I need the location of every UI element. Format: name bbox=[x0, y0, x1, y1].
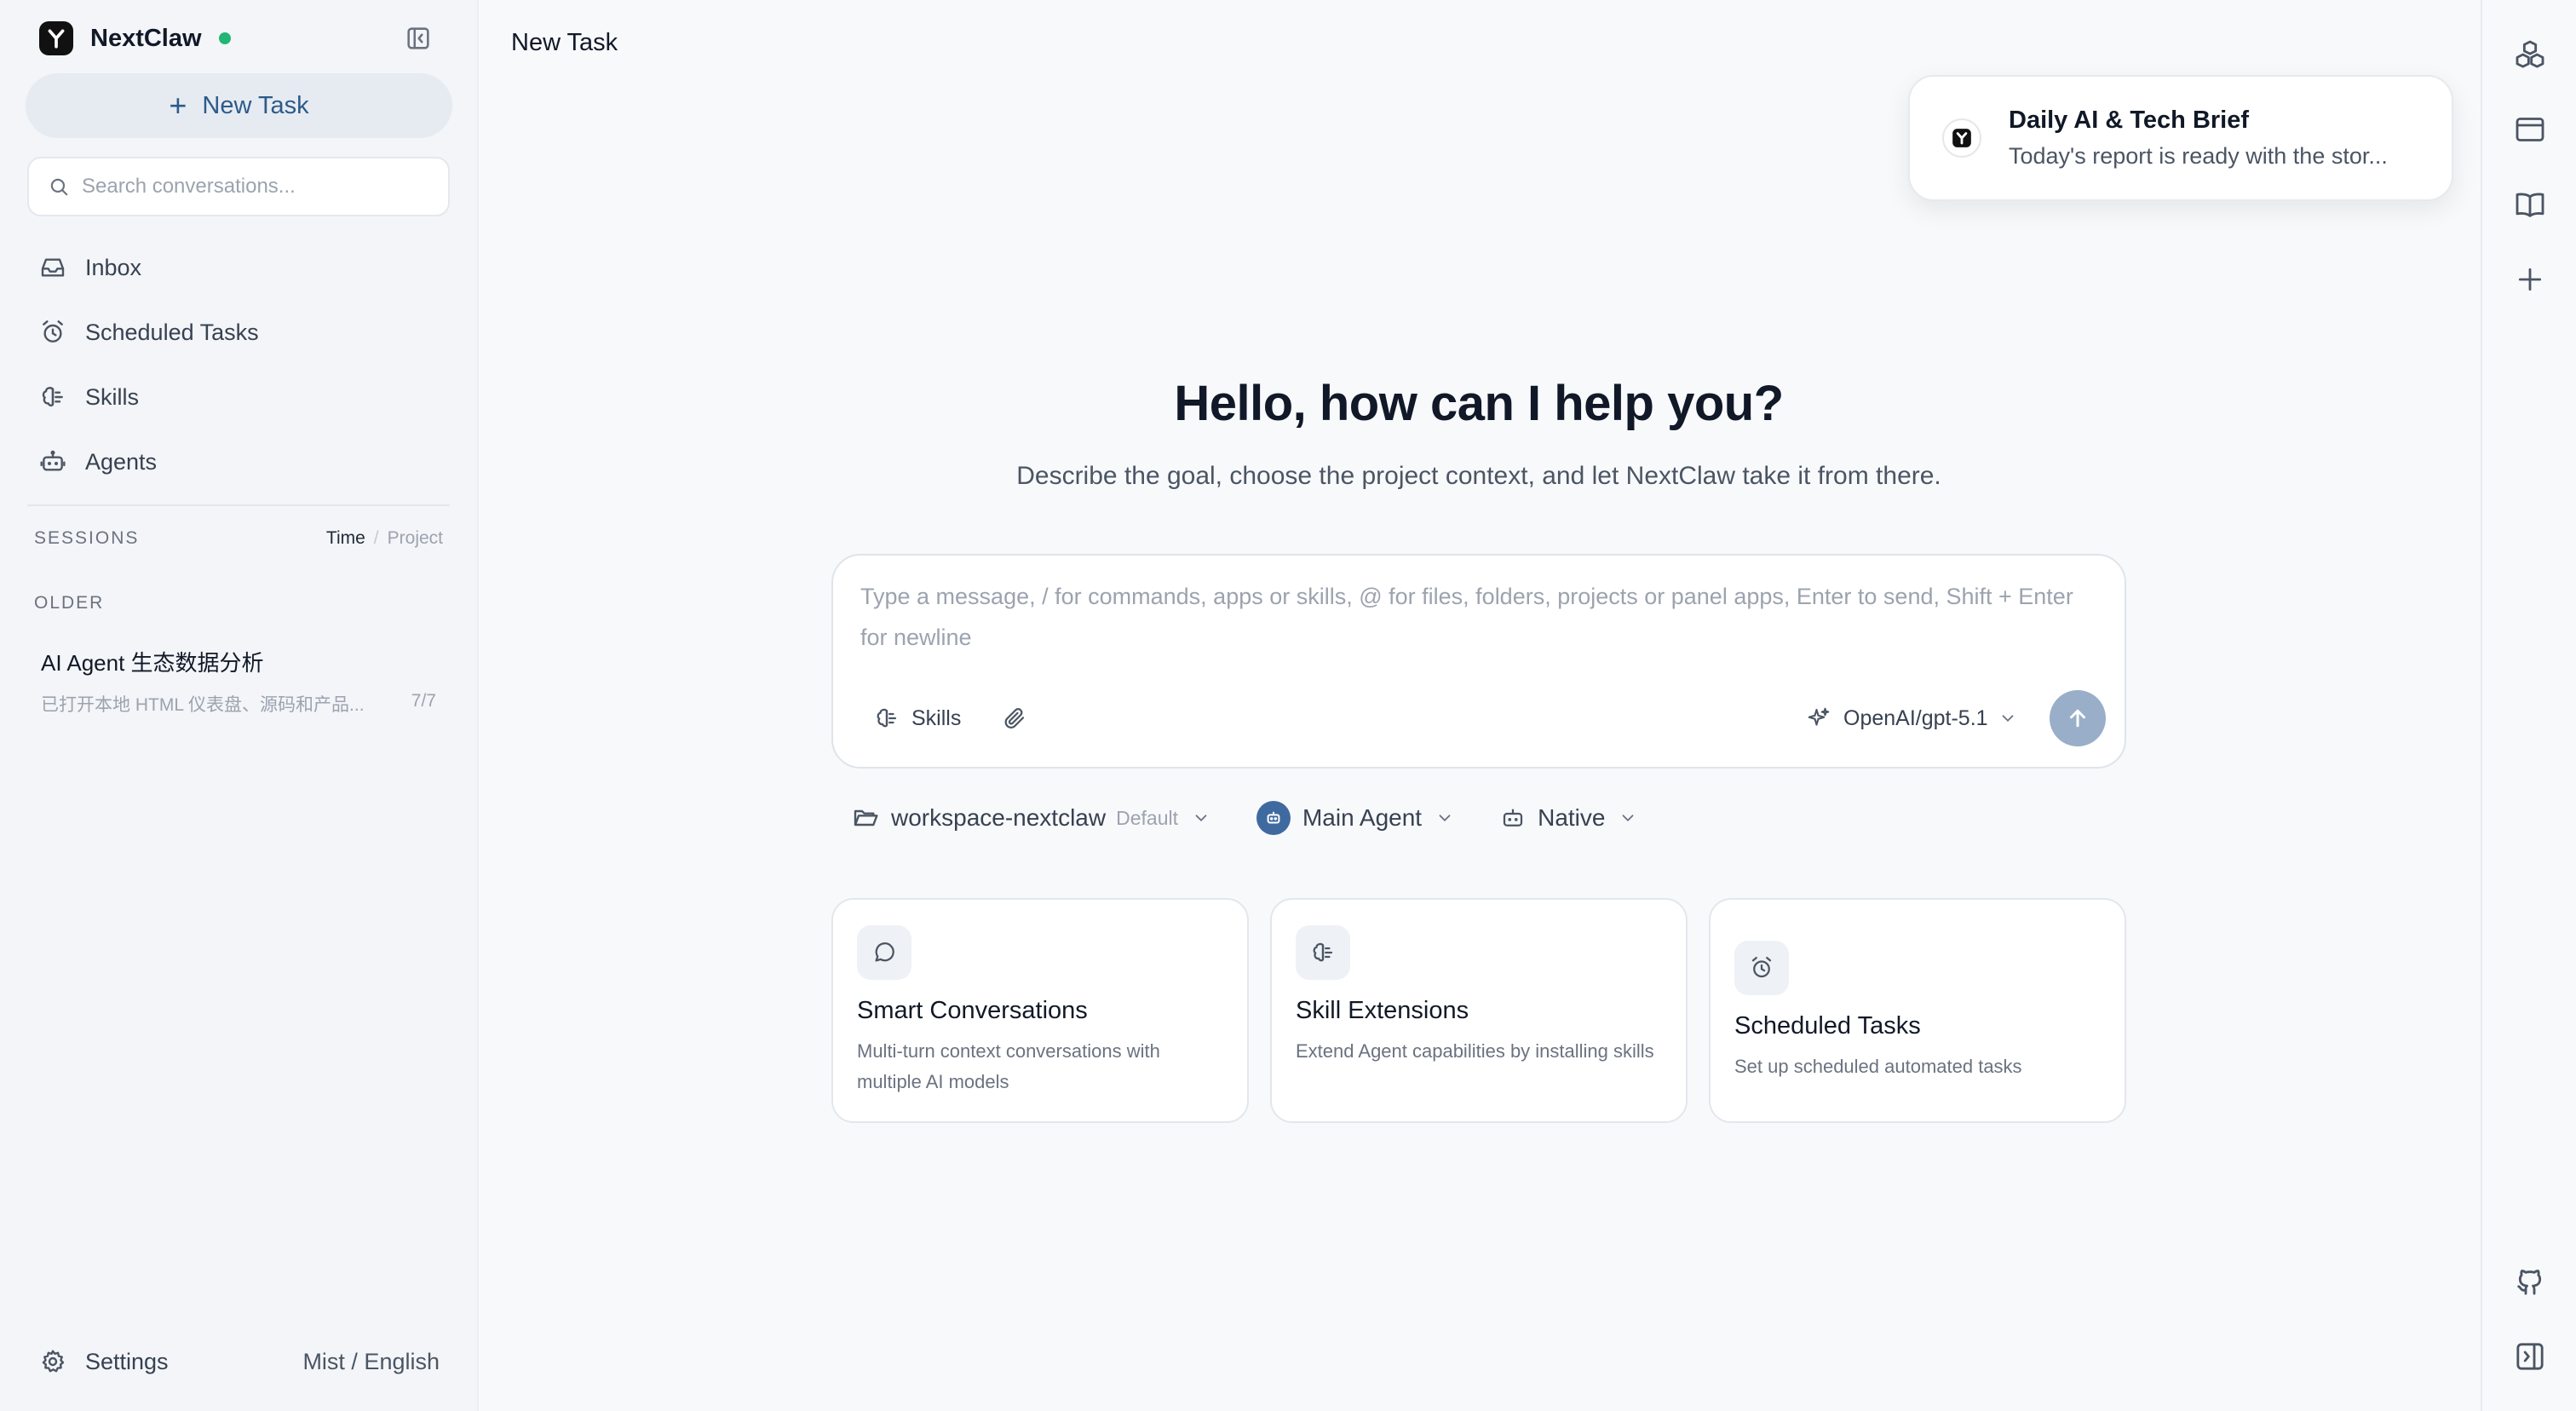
new-task-label: New Task bbox=[202, 91, 309, 119]
sort-by-project[interactable]: Project bbox=[388, 528, 443, 548]
message-input[interactable] bbox=[860, 576, 2104, 670]
page-title: New Task bbox=[511, 29, 618, 56]
settings-button[interactable]: Settings bbox=[39, 1348, 169, 1375]
sidebar-item-scheduled-tasks[interactable]: Scheduled Tasks bbox=[27, 300, 450, 365]
feature-cards: Smart Conversations Multi-turn context c… bbox=[831, 898, 2126, 1123]
sidebar-item-label: Inbox bbox=[85, 254, 142, 280]
session-sort-toggle: Time / Project bbox=[326, 528, 443, 549]
sparkles-icon bbox=[1808, 707, 1830, 726]
card-description: Multi-turn context conversations with mu… bbox=[857, 1040, 1160, 1092]
panel-right-icon[interactable] bbox=[2511, 1338, 2549, 1375]
sessions-label: SESSIONS bbox=[34, 528, 140, 548]
chevron-down-icon bbox=[2002, 715, 2013, 723]
sessions-header: SESSIONS Time / Project bbox=[34, 528, 443, 549]
chevron-down-icon bbox=[1623, 815, 1634, 822]
runtime-selector[interactable]: Native bbox=[1500, 804, 1637, 832]
plus-icon[interactable] bbox=[2511, 261, 2549, 298]
bot-icon bbox=[1267, 811, 1280, 824]
workspace-default-tag: Default bbox=[1116, 806, 1178, 829]
agent-name: Main Agent bbox=[1302, 804, 1423, 831]
card-description: Set up scheduled automated tasks bbox=[1734, 1056, 2022, 1077]
chevron-down-icon bbox=[1439, 815, 1451, 822]
search-icon bbox=[48, 176, 70, 198]
settings-label: Settings bbox=[85, 1348, 169, 1374]
brain-icon bbox=[39, 383, 66, 411]
attach-button[interactable] bbox=[1002, 706, 1027, 731]
chat-bubble-icon bbox=[857, 925, 911, 980]
app-name: NextClaw bbox=[90, 24, 202, 52]
new-task-button[interactable]: + New Task bbox=[26, 73, 452, 138]
model-selector[interactable]: OpenAI/gpt-5.1 bbox=[1806, 706, 2017, 731]
theme-language-selector[interactable]: Mist / English bbox=[302, 1349, 440, 1375]
plus-icon: + bbox=[169, 88, 187, 123]
workspace-selector[interactable]: workspace-nextclaw Default bbox=[852, 804, 1210, 832]
arrow-up-icon bbox=[2070, 709, 2085, 728]
brand: NextClaw bbox=[39, 20, 231, 56]
skills-button[interactable]: Skills bbox=[874, 706, 961, 731]
hero-subtitle: Describe the goal, choose the project co… bbox=[1016, 462, 1941, 490]
sidebar-item-label: Scheduled Tasks bbox=[85, 319, 259, 345]
hero-title: Hello, how can I help you? bbox=[1174, 376, 1784, 431]
brain-icon bbox=[877, 708, 897, 728]
online-status-dot bbox=[218, 32, 231, 44]
context-selectors: workspace-nextclaw Default Main Agent Na… bbox=[852, 799, 1637, 837]
toast-body: Today's report is ready with the stor... bbox=[2009, 143, 2388, 169]
search-input[interactable] bbox=[82, 175, 423, 199]
sidebar-divider bbox=[27, 504, 450, 506]
search-box bbox=[27, 157, 450, 216]
app-logo-icon bbox=[39, 21, 73, 55]
agent-selector[interactable]: Main Agent bbox=[1256, 801, 1454, 835]
message-composer: Skills OpenAI/gpt-5.1 bbox=[831, 554, 2126, 769]
browser-window-icon[interactable] bbox=[2511, 111, 2549, 148]
agent-avatar bbox=[1256, 801, 1291, 835]
sidebar-nav: Inbox Scheduled Tasks Skills Agents bbox=[27, 235, 450, 494]
send-button[interactable] bbox=[2050, 690, 2106, 746]
brain-icon bbox=[1296, 925, 1350, 980]
inbox-icon bbox=[39, 254, 66, 281]
chevron-down-icon bbox=[1195, 815, 1207, 822]
model-label: OpenAI/gpt-5.1 bbox=[1843, 706, 1988, 730]
alarm-clock-icon bbox=[39, 319, 66, 346]
alarm-clock-icon bbox=[1734, 941, 1789, 995]
sidebar-item-skills[interactable]: Skills bbox=[27, 365, 450, 429]
sidebar-item-label: Skills bbox=[85, 383, 140, 410]
feature-card-skill-extensions[interactable]: Skill Extensions Extend Agent capabiliti… bbox=[1270, 898, 1688, 1123]
card-title: Smart Conversations bbox=[857, 997, 1088, 1024]
session-title: AI Agent 生态数据分析 bbox=[41, 650, 264, 676]
workspace-name: workspace-nextclaw bbox=[891, 804, 1107, 831]
boxes-icon[interactable] bbox=[2511, 36, 2549, 73]
runtime-name: Native bbox=[1538, 804, 1606, 831]
toast-title: Daily AI & Tech Brief bbox=[2009, 107, 2250, 134]
paperclip-icon bbox=[1004, 708, 1025, 729]
sort-separator: / bbox=[373, 528, 379, 548]
sidebar-item-agents[interactable]: Agents bbox=[27, 429, 450, 494]
sidebar-footer: Settings Mist / English bbox=[39, 1345, 440, 1379]
sidebar: NextClaw + New Task Inbox Scheduled Task… bbox=[0, 0, 479, 1411]
book-open-icon[interactable] bbox=[2511, 186, 2549, 223]
folder-open-icon bbox=[854, 809, 878, 826]
older-group-label: OLDER bbox=[34, 593, 105, 613]
card-title: Scheduled Tasks bbox=[1734, 1012, 1921, 1040]
sort-by-time[interactable]: Time bbox=[326, 528, 365, 548]
session-preview: 已打开本地 HTML 仪表盘、源码和产品... bbox=[41, 695, 365, 715]
session-item[interactable]: AI Agent 生态数据分析 已打开本地 HTML 仪表盘、源码和产品... … bbox=[27, 634, 450, 726]
sidebar-item-inbox[interactable]: Inbox bbox=[27, 235, 450, 300]
collapse-sidebar-icon[interactable] bbox=[404, 24, 433, 53]
session-count: 7/7 bbox=[411, 691, 436, 711]
github-icon[interactable] bbox=[2511, 1263, 2549, 1300]
sidebar-item-label: Agents bbox=[85, 448, 158, 475]
card-title: Skill Extensions bbox=[1296, 997, 1469, 1024]
feature-card-smart-conversations[interactable]: Smart Conversations Multi-turn context c… bbox=[831, 898, 1249, 1123]
app-logo-icon bbox=[1942, 118, 1981, 158]
gear-icon bbox=[42, 1350, 65, 1373]
feature-card-scheduled-tasks[interactable]: Scheduled Tasks Set up scheduled automat… bbox=[1709, 898, 2126, 1123]
bot-icon bbox=[1503, 809, 1523, 826]
right-rail bbox=[2481, 0, 2576, 1411]
card-description: Extend Agent capabilities by installing … bbox=[1296, 1040, 1654, 1062]
notification-toast[interactable]: Daily AI & Tech Brief Today's report is … bbox=[1908, 75, 2453, 201]
bot-icon bbox=[39, 448, 66, 475]
skills-label: Skills bbox=[911, 706, 962, 730]
